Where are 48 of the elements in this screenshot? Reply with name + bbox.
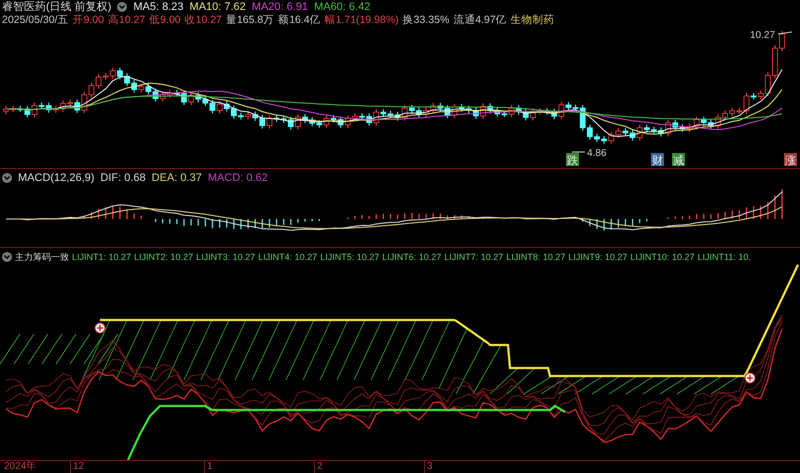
quote-field: 流通4.97亿 [453,12,507,26]
signal-badge: 跌 [566,153,579,166]
plus-circle-icon [744,372,756,384]
quote-field: 量165.8万 [226,12,274,26]
indicator-value: LIJINT2: 10.27 [134,252,194,262]
ma-value: MA10: 7.62 [190,0,246,12]
signal-badge: 财 [651,153,664,166]
price-high-label: 10.27 [750,30,776,41]
macd-value: DEA: 0.37 [152,172,202,184]
ma-value: MA5: 8.23 [133,0,184,12]
axis-label: 2 [314,461,424,473]
indicator-value: LIJINT8: 10.27 [506,252,566,262]
chevron-icon[interactable] [2,252,12,262]
indicator-value: LIJINT3: 10.27 [196,252,256,262]
quote-field: 收10.27 [184,12,222,26]
indicator-name: 主力筹码一致 [15,250,69,264]
ma-value: MA60: 6.42 [314,0,370,12]
indicator-value: LIJINT6: 10.27 [382,252,442,262]
quote-field: 开9.00 [72,12,104,26]
indicator-value: LIJINT10: 10.27 [630,252,694,262]
signal-badge: 减 [672,153,685,166]
chevron-icon[interactable] [117,2,128,12]
quote-field: 换33.35% [402,12,450,26]
plus-circle-icon [94,322,106,334]
axis-label: 12 [70,461,204,473]
indicator-value: LIJINT5: 10.27 [320,252,380,262]
quote-field: 2025/05/30/五 [2,12,68,26]
quote-field: 高10.27 [108,12,146,26]
quote-field: 额16.4亿 [278,12,321,26]
quote-field: 低9.00 [149,12,181,26]
chevron-icon[interactable] [2,173,12,183]
macd-value: MACD: 0.62 [208,172,268,184]
axis-label: 3 [424,461,800,473]
macd-value: DIF: 0.68 [100,172,146,184]
ma-value: MA20: 6.91 [252,0,308,12]
indicator-value: LIJINT9: 10.27 [568,252,628,262]
indicator-name: MACD(12,26,9) [18,172,94,184]
quote-field: 幅1.71(19.98%) [324,12,399,26]
indicator-value: LIJINT1: 10.27 [72,252,132,262]
axis-label: 1 [204,461,314,473]
signal-badge: 涨 [784,153,797,166]
axis-label: 2024年 [3,461,38,473]
price-low-label: 4.86 [587,148,606,159]
indicator-value: LIJINT11: 10. [697,252,751,262]
indicator-value: LIJINT7: 10.27 [444,252,504,262]
stock-title: 睿智医药(日线 前复权) [2,0,112,14]
indicator-value: LIJINT4: 10.27 [258,252,318,262]
quote-field: 生物制药 [510,12,555,26]
